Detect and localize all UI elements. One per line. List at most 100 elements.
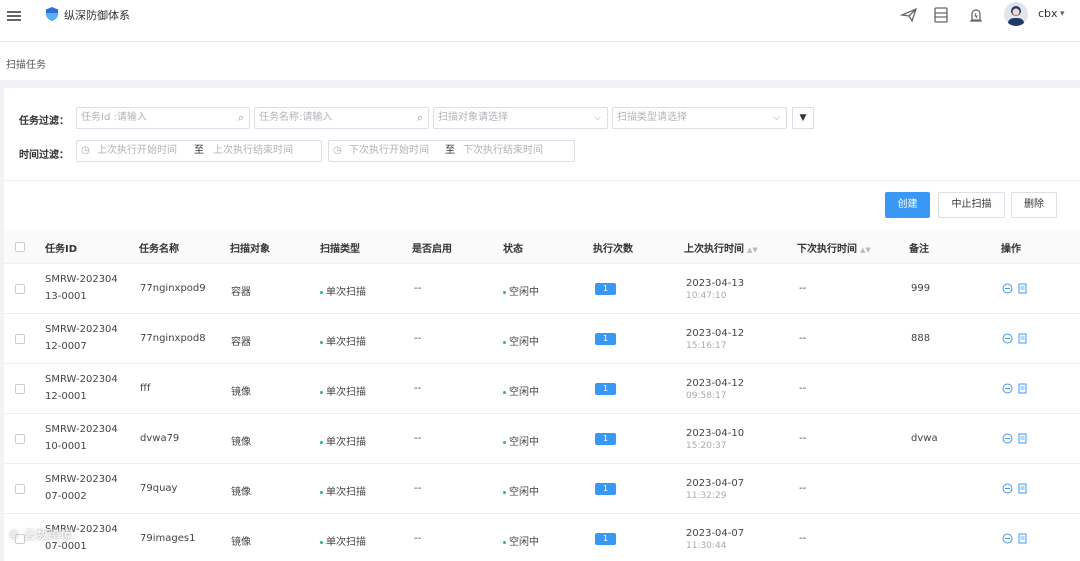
last-exec-time: 09:58:17	[686, 391, 727, 401]
status: 空闲中	[503, 383, 539, 398]
scan-target: 镜像	[231, 387, 251, 398]
last-exec-date: 2023-04-10	[686, 428, 745, 439]
range-separator: 至	[445, 145, 455, 156]
scan-target-select[interactable]: 扫描对象请选择 ⌵	[433, 107, 608, 129]
table-row[interactable]: SMRW-202304 13-0001 77nginxpod9 容器 单次扫描 -- 空闲中…	[4, 264, 1080, 314]
col-task-id: 任务ID	[45, 244, 78, 255]
last-exec-range[interactable]: ◷ 上次执行开始时间 至 上次执行结束时间	[76, 140, 322, 162]
task-name-placeholder: 任务名称:请输入	[259, 112, 333, 123]
col-next-exec[interactable]: 下次执行时间 ▲▼	[797, 240, 871, 255]
table-row[interactable]: SMRW-202304 12-0001 fff 镜像 单次扫描 -- 空闲中 1 2023-04…	[4, 364, 1080, 414]
enabled: --	[414, 333, 422, 344]
alarm-icon[interactable]	[967, 6, 985, 24]
status-dot	[320, 390, 323, 394]
table-row[interactable]: SMRW-202304 07-0001 79images1 镜像 单次扫描 -- 空闲中 1 2…	[4, 514, 1080, 561]
col-next-exec-label: 下次执行时间	[797, 244, 857, 255]
table-header: 任务ID 任务名称 扫描对象 扫描类型 是否启用 状态 执行次数 上次执行时间 ▲…	[4, 230, 1080, 264]
row-checkbox[interactable]	[15, 434, 25, 444]
exec-count-badge: 1	[595, 533, 616, 545]
select-all-checkbox[interactable]	[15, 242, 25, 252]
expand-filter-button[interactable]: ▼	[792, 107, 814, 129]
table-row[interactable]: SMRW-202304 12-0007 77nginxpod8 容器 单次扫描 -- 空闲中…	[4, 314, 1080, 364]
scan-type-select[interactable]: 扫描类型请选择 ⌵	[612, 107, 787, 129]
user-name[interactable]: cbx	[1038, 7, 1058, 20]
document-icon[interactable]	[1017, 433, 1028, 444]
watermark: © 云数跨境	[8, 528, 72, 542]
status-dot	[503, 540, 506, 544]
last-exec-date: 2023-04-07	[686, 478, 745, 489]
divider	[4, 180, 1080, 181]
menu-icon[interactable]	[7, 9, 21, 23]
breadcrumb-bar: 扫描任务	[0, 42, 1080, 80]
document-icon[interactable]	[1017, 533, 1028, 544]
stop-circle-icon[interactable]	[1002, 483, 1013, 494]
table-row[interactable]: SMRW-202304 10-0001 dvwa79 镜像 单次扫描 -- 空闲中 1 2023…	[4, 414, 1080, 464]
last-end-placeholder: 上次执行结束时间	[213, 145, 293, 156]
stop-circle-icon[interactable]	[1002, 533, 1013, 544]
stop-circle-icon[interactable]	[1002, 433, 1013, 444]
search-icon: ⌕	[237, 111, 244, 124]
document-icon[interactable]	[1017, 283, 1028, 294]
sort-icon[interactable]: ▲▼	[747, 246, 758, 254]
scan-type-label: 单次扫描	[326, 337, 366, 348]
next-exec-range[interactable]: ◷ 下次执行开始时间 至 下次执行结束时间	[328, 140, 575, 162]
server-icon[interactable]	[932, 6, 950, 24]
row-checkbox[interactable]	[15, 284, 25, 294]
search-icon: ⌕	[416, 111, 423, 124]
task-id-line1: SMRW-202304	[45, 274, 118, 285]
last-exec-time: 15:20:37	[686, 441, 727, 451]
shield-logo	[46, 7, 58, 21]
clock-icon: ◷	[81, 145, 90, 156]
avatar[interactable]	[1004, 2, 1028, 26]
scan-type: 单次扫描	[320, 533, 366, 548]
col-scan-type: 扫描类型	[320, 244, 360, 255]
table-row[interactable]: SMRW-202304 07-0002 79quay 镜像 单次扫描 -- 空闲中 1 2023…	[4, 464, 1080, 514]
task-name: 77nginxpod8	[140, 333, 206, 344]
row-checkbox[interactable]	[15, 334, 25, 344]
last-exec-date: 2023-04-12	[686, 378, 745, 389]
status-dot	[503, 440, 506, 444]
stop-circle-icon[interactable]	[1002, 383, 1013, 394]
col-exec-count: 执行次数	[593, 244, 633, 255]
next-start-placeholder: 下次执行开始时间	[349, 145, 429, 156]
task-id-line1: SMRW-202304	[45, 474, 118, 485]
scan-type-label: 单次扫描	[326, 387, 366, 398]
task-id-line2: 10-0001	[45, 441, 87, 452]
enabled: --	[414, 533, 422, 544]
exec-count-badge: 1	[595, 383, 616, 395]
scan-type: 单次扫描	[320, 333, 366, 348]
stop-circle-icon[interactable]	[1002, 333, 1013, 344]
status-dot	[320, 540, 323, 544]
scan-target-placeholder: 扫描对象请选择	[438, 112, 508, 123]
col-last-exec-label: 上次执行时间	[684, 244, 744, 255]
next-end-placeholder: 下次执行结束时间	[463, 145, 543, 156]
task-name-input[interactable]: 任务名称:请输入 ⌕	[254, 107, 429, 129]
task-id-placeholder: 任务Id :请输入	[81, 112, 147, 123]
task-id-input[interactable]: 任务Id :请输入 ⌕	[76, 107, 250, 129]
document-icon[interactable]	[1017, 483, 1028, 494]
task-name: 79quay	[140, 483, 178, 494]
enabled: --	[414, 433, 422, 444]
document-icon[interactable]	[1017, 333, 1028, 344]
row-checkbox[interactable]	[15, 484, 25, 494]
last-exec-time: 15:16:17	[686, 341, 727, 351]
row-checkbox[interactable]	[15, 384, 25, 394]
chevron-down-icon[interactable]: ▾	[1060, 9, 1065, 19]
last-exec-time: 11:32:29	[686, 491, 727, 501]
status-dot	[320, 490, 323, 494]
task-filter-label: 任务过滤：	[19, 116, 69, 127]
status-dot	[503, 290, 506, 294]
stop-scan-button[interactable]: 中止扫描	[938, 192, 1005, 218]
send-icon[interactable]	[900, 6, 918, 24]
document-icon[interactable]	[1017, 383, 1028, 394]
task-name: dvwa79	[140, 433, 180, 444]
breadcrumb: 扫描任务	[6, 60, 46, 71]
scan-type: 单次扫描	[320, 383, 366, 398]
stop-circle-icon[interactable]	[1002, 283, 1013, 294]
create-button[interactable]: 创建	[885, 192, 930, 218]
col-last-exec[interactable]: 上次执行时间 ▲▼	[684, 240, 758, 255]
clock-icon: ◷	[333, 145, 342, 156]
scan-type-placeholder: 扫描类型请选择	[617, 112, 687, 123]
delete-button[interactable]: 删除	[1011, 192, 1057, 218]
sort-icon[interactable]: ▲▼	[860, 246, 871, 254]
